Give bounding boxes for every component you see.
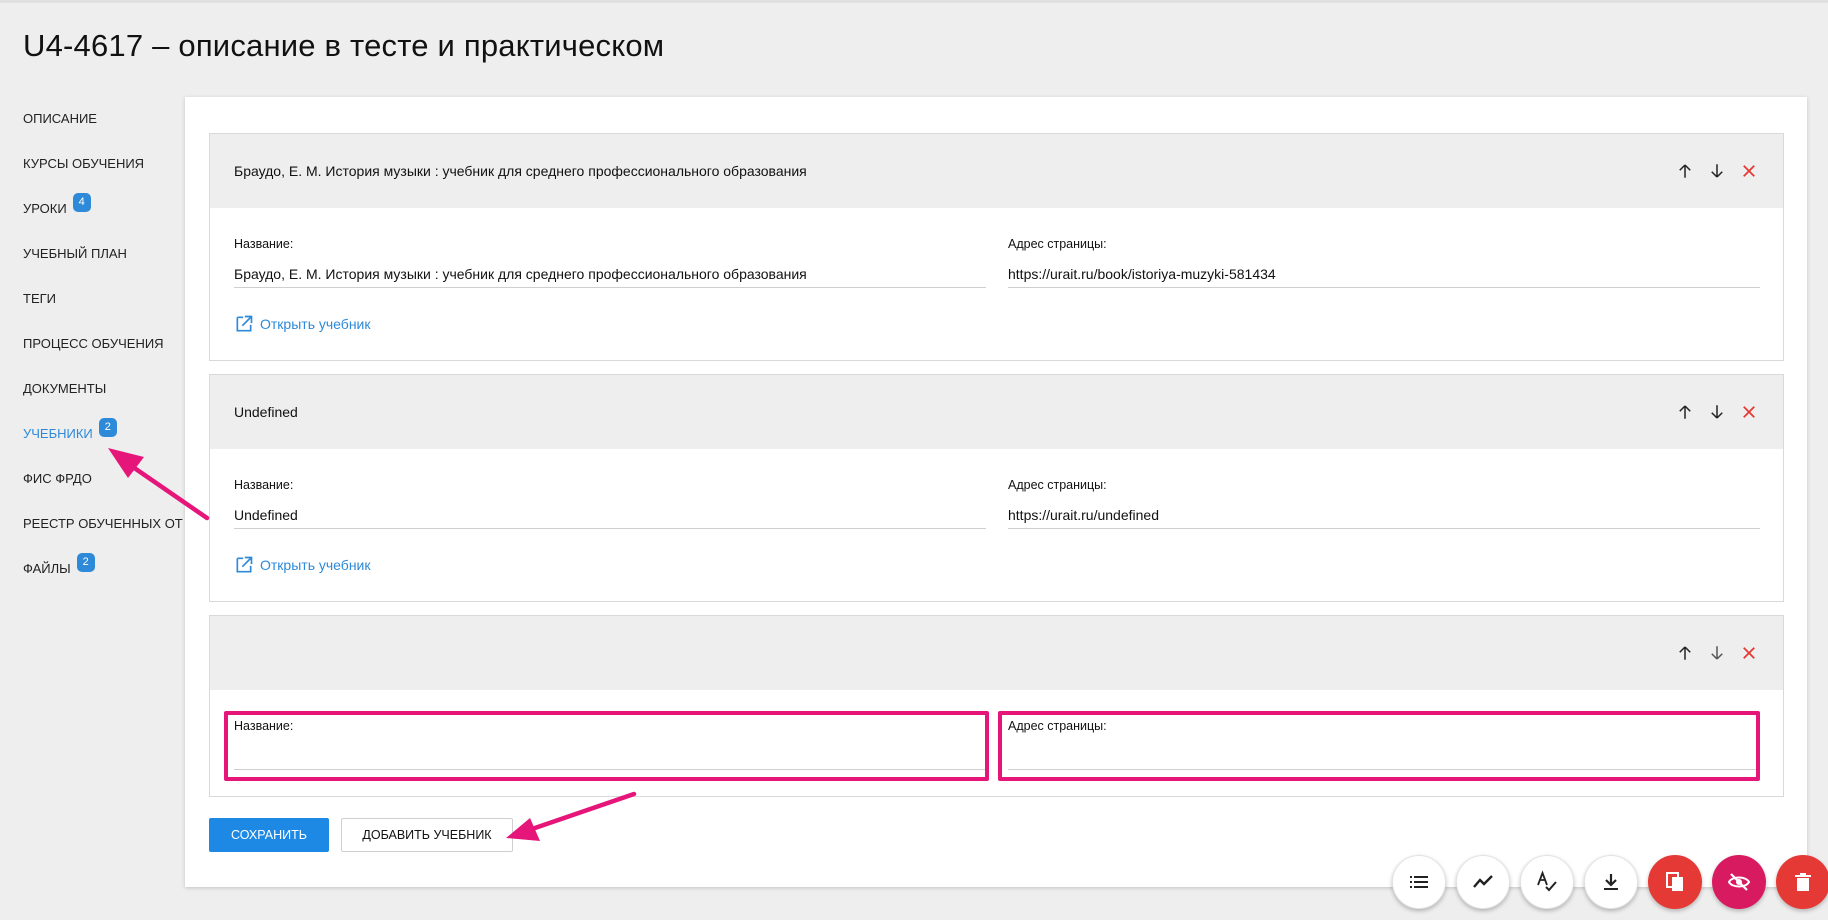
list-icon <box>1410 876 1428 888</box>
sidebar-item-files[interactable]: ФАЙЛЫ 2 <box>23 550 183 595</box>
open-textbook-link[interactable]: Открыть учебник <box>234 314 371 334</box>
top-edge <box>0 0 1828 3</box>
open-textbook-link[interactable]: Открыть учебник <box>234 555 371 575</box>
sidebar: ОПИСАНИЕ КУРСЫ ОБУЧЕНИЯ УРОКИ 4 УЧЕБНЫЙ П… <box>23 100 183 595</box>
files-count-badge: 2 <box>76 553 95 572</box>
delete-icon <box>1795 873 1811 891</box>
sidebar-item-label: УРОКИ <box>23 201 67 216</box>
arrow-up-icon <box>1679 646 1691 660</box>
copy-button[interactable] <box>1648 855 1702 909</box>
textbooks-count-badge: 2 <box>98 418 117 437</box>
textbook-card-header <box>210 616 1783 690</box>
close-icon <box>1743 165 1755 177</box>
save-button[interactable]: СОХРАНИТЬ <box>209 818 329 852</box>
sidebar-item-learning-process[interactable]: ПРОЦЕСС ОБУЧЕНИЯ <box>23 325 183 370</box>
open-textbook-label: Открыть учебник <box>260 557 371 573</box>
external-link-icon <box>236 556 253 573</box>
trend-button[interactable] <box>1456 855 1510 909</box>
textbook-card-controls <box>1675 401 1759 423</box>
remove-textbook-button[interactable] <box>1739 401 1759 423</box>
move-down-button[interactable] <box>1707 160 1727 182</box>
spellcheck-icon <box>1537 870 1557 892</box>
download-button[interactable] <box>1584 855 1638 909</box>
textbook-url-label: Адрес страницы: <box>1008 237 1107 251</box>
remove-textbook-button[interactable] <box>1739 160 1759 182</box>
highlight-name-field <box>224 711 989 781</box>
arrow-down-icon <box>1711 405 1723 419</box>
move-up-button[interactable] <box>1675 160 1695 182</box>
sidebar-item-label: ФАЙЛЫ <box>23 561 71 576</box>
sidebar-item-label: РЕЕСТР ОБУЧЕННЫХ ОТ <box>23 516 183 531</box>
list-button[interactable] <box>1392 855 1446 909</box>
close-icon <box>1743 647 1755 659</box>
sidebar-item-label: ТЕГИ <box>23 291 56 306</box>
textbook-url-label: Адрес страницы: <box>1008 478 1107 492</box>
hide-button[interactable] <box>1712 855 1766 909</box>
sidebar-item-curriculum[interactable]: УЧЕБНЫЙ ПЛАН <box>23 235 183 280</box>
external-link-icon <box>236 315 253 332</box>
textbook-name-field: Название: Браудо, Е. М. История музыки :… <box>234 237 986 288</box>
textbook-card: Undefined Название: Undefined Адрес стра… <box>209 374 1784 602</box>
textbook-card-controls <box>1675 160 1759 182</box>
highlight-url-field <box>998 711 1760 781</box>
textbook-name-input[interactable]: Браудо, Е. М. История музыки : учебник д… <box>234 261 986 288</box>
spellcheck-button[interactable] <box>1520 855 1574 909</box>
arrow-up-icon <box>1679 405 1691 419</box>
sidebar-item-label: УЧЕБНЫЙ ПЛАН <box>23 246 127 261</box>
delete-button[interactable] <box>1776 855 1828 909</box>
move-down-button[interactable] <box>1707 401 1727 423</box>
textbook-card-controls <box>1675 642 1759 664</box>
sidebar-item-label: ОПИСАНИЕ <box>23 111 97 126</box>
textbook-card-header: Браудо, Е. М. История музыки : учебник д… <box>210 134 1783 208</box>
textbook-url-field: Адрес страницы: https://urait.ru/book/is… <box>1008 237 1760 288</box>
copy-icon <box>1666 872 1683 891</box>
textbook-card-title: Undefined <box>234 404 298 420</box>
floating-actions <box>1392 855 1828 909</box>
textbook-card-header: Undefined <box>210 375 1783 449</box>
sidebar-item-trained-registry[interactable]: РЕЕСТР ОБУЧЕННЫХ ОТ <box>23 505 183 550</box>
arrow-down-icon <box>1711 646 1723 660</box>
sidebar-item-label: ДОКУМЕНТЫ <box>23 381 107 396</box>
visibility-off-icon <box>1727 873 1751 891</box>
textbook-url-input[interactable]: https://urait.ru/undefined <box>1008 502 1760 529</box>
textbook-url-field: Адрес страницы: https://urait.ru/undefin… <box>1008 478 1760 529</box>
sidebar-item-textbooks[interactable]: УЧЕБНИКИ 2 <box>23 415 183 460</box>
textbook-url-input[interactable]: https://urait.ru/book/istoriya-muzyki-58… <box>1008 261 1760 288</box>
remove-textbook-button[interactable] <box>1739 642 1759 664</box>
sidebar-item-tags[interactable]: ТЕГИ <box>23 280 183 325</box>
textbook-name-label: Название: <box>234 478 294 492</box>
sidebar-item-courses[interactable]: КУРСЫ ОБУЧЕНИЯ <box>23 145 183 190</box>
textbook-name-label: Название: <box>234 237 294 251</box>
sidebar-item-fis-frdo[interactable]: ФИС ФРДО <box>23 460 183 505</box>
close-icon <box>1743 406 1755 418</box>
textbook-name-input[interactable]: Undefined <box>234 502 986 529</box>
sidebar-item-label: ПРОЦЕСС ОБУЧЕНИЯ <box>23 336 164 351</box>
textbooks-panel: Браудо, Е. М. История музыки : учебник д… <box>185 97 1807 887</box>
sidebar-item-documents[interactable]: ДОКУМЕНТЫ <box>23 370 183 415</box>
sidebar-item-label: КУРСЫ ОБУЧЕНИЯ <box>23 156 145 171</box>
download-icon <box>1604 874 1618 890</box>
sidebar-item-label: ФИС ФРДО <box>23 471 92 486</box>
arrow-up-icon <box>1679 164 1691 178</box>
sidebar-item-label: УЧЕБНИКИ <box>23 426 93 441</box>
move-up-button[interactable] <box>1675 642 1695 664</box>
textbook-card-new: Название: Адрес страницы: <box>209 615 1784 797</box>
trend-icon <box>1473 875 1493 888</box>
textbook-name-field: Название: Undefined <box>234 478 986 529</box>
move-up-button[interactable] <box>1675 401 1695 423</box>
textbook-card-title: Браудо, Е. М. История музыки : учебник д… <box>234 163 807 179</box>
sidebar-item-description[interactable]: ОПИСАНИЕ <box>23 100 183 145</box>
move-down-button[interactable] <box>1707 642 1727 664</box>
textbook-card: Браудо, Е. М. История музыки : учебник д… <box>209 133 1784 361</box>
arrow-down-icon <box>1711 164 1723 178</box>
sidebar-item-lessons[interactable]: УРОКИ 4 <box>23 190 183 235</box>
page-title: U4-4617 – описание в тесте и практическо… <box>23 28 665 63</box>
add-textbook-button[interactable]: ДОБАВИТЬ УЧЕБНИК <box>341 818 513 852</box>
lessons-count-badge: 4 <box>72 193 91 212</box>
open-textbook-label: Открыть учебник <box>260 316 371 332</box>
